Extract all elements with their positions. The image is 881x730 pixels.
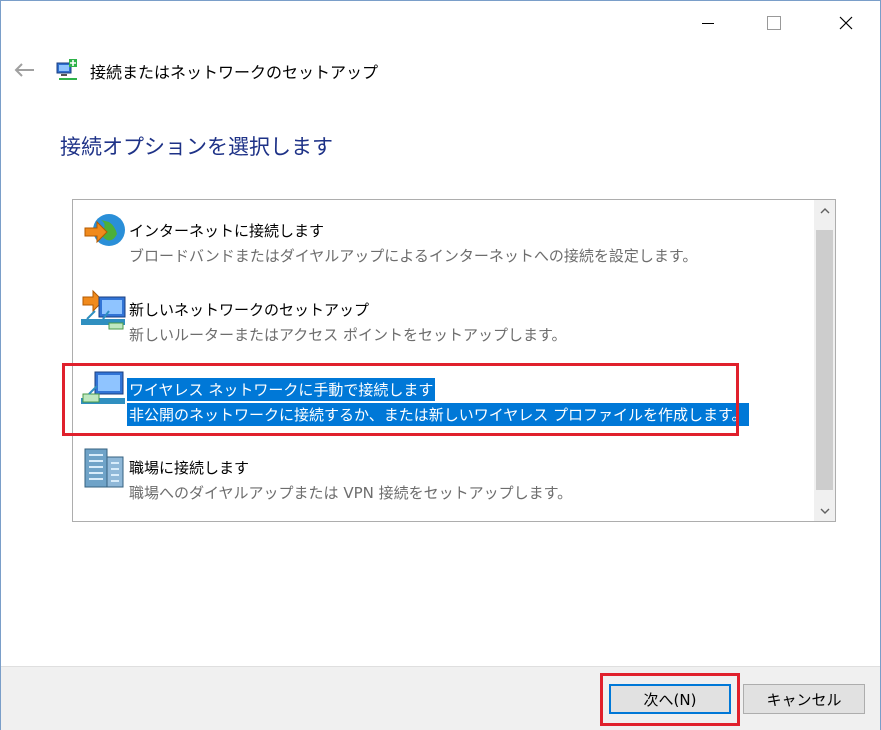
next-button[interactable]: 次へ(N)	[609, 684, 731, 714]
globe-arrow-icon	[84, 214, 125, 246]
back-button[interactable]	[11, 57, 37, 83]
window-title: 接続またはネットワークのセットアップ	[90, 63, 379, 82]
scroll-thumb[interactable]	[816, 230, 833, 490]
cancel-button[interactable]: キャンセル	[743, 684, 865, 714]
option-description: 非公開のネットワークに接続するか、または新しいワイヤレス プロファイルを作成しま…	[127, 403, 749, 426]
connection-options-list[interactable]: インターネットに接続します ブロードバンドまたはダイヤルアップによるインターネッ…	[72, 199, 836, 522]
list-scrollbar[interactable]	[814, 200, 835, 521]
network-setup-icon	[56, 59, 77, 80]
minimize-button[interactable]	[685, 1, 731, 45]
option-description: 職場へのダイヤルアップまたは VPN 接続をセットアップします。	[129, 484, 573, 502]
wireless-network-icon	[81, 371, 125, 404]
option-title: 新しいネットワークのセットアップ	[129, 301, 370, 319]
option-description: 新しいルーターまたはアクセス ポイントをセットアップします。	[129, 326, 567, 344]
back-arrow-icon	[14, 63, 34, 77]
chevron-up-icon	[820, 207, 829, 213]
page-heading: 接続オプションを選択します	[60, 135, 333, 159]
scroll-down-button[interactable]	[814, 500, 835, 521]
option-title: ワイヤレス ネットワークに手動で接続します	[127, 378, 436, 401]
close-icon	[839, 16, 853, 30]
option-title: インターネットに接続します	[129, 222, 325, 240]
dialog-window: 接続またはネットワークのセットアップ 接続オプションを選択します インターネット…	[0, 0, 881, 730]
option-title: 職場に接続します	[129, 459, 250, 477]
maximize-button[interactable]	[751, 1, 797, 45]
scroll-up-button[interactable]	[814, 200, 835, 221]
maximize-icon	[767, 16, 781, 30]
option-new-network[interactable]: 新しいネットワークのセットアップ 新しいルーターまたはアクセス ポイントをセット…	[75, 281, 812, 351]
option-connect-internet[interactable]: インターネットに接続します ブロードバンドまたはダイヤルアップによるインターネッ…	[75, 202, 812, 272]
router-setup-icon	[81, 289, 126, 330]
chevron-down-icon	[820, 508, 829, 514]
option-description: ブロードバンドまたはダイヤルアップによるインターネットへの接続を設定します。	[129, 247, 698, 265]
option-manual-wireless[interactable]: ワイヤレス ネットワークに手動で接続します 非公開のネットワークに接続するか、ま…	[75, 360, 812, 430]
minimize-icon	[702, 22, 714, 24]
workplace-vpn-icon	[84, 448, 124, 488]
option-connect-workplace[interactable]: 職場に接続します 職場へのダイヤルアップまたは VPN 接続をセットアップします…	[75, 439, 812, 509]
close-button[interactable]	[823, 1, 869, 45]
